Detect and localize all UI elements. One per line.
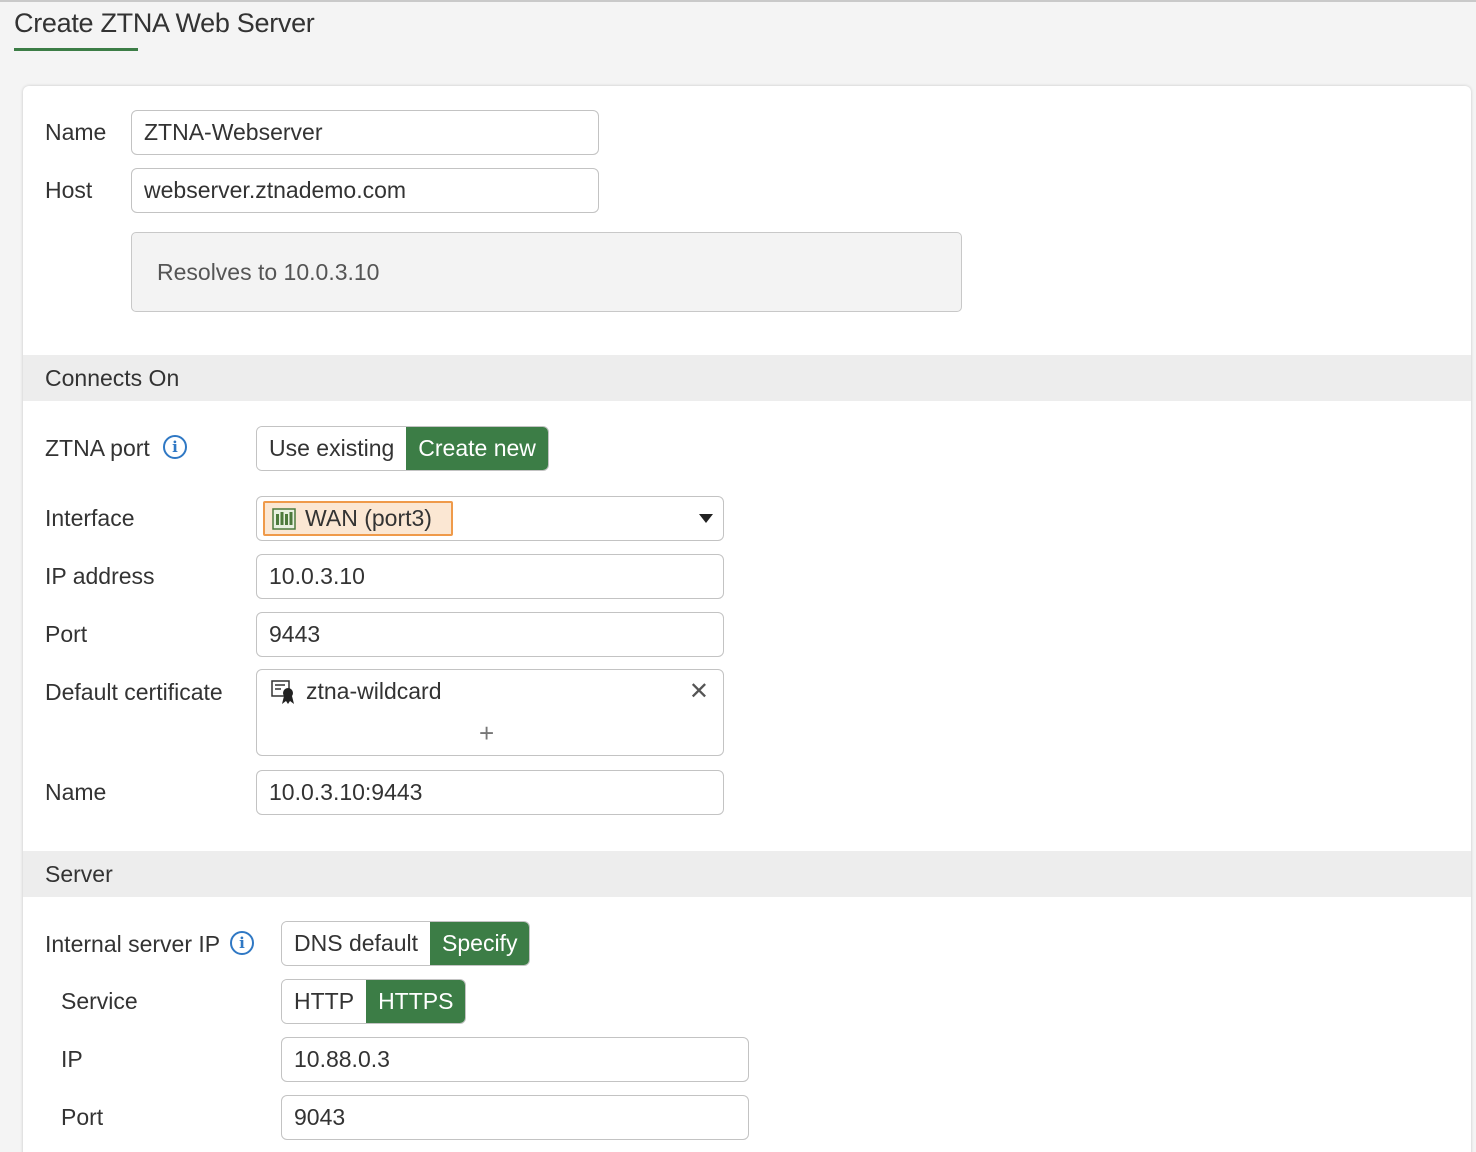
host-label: Host — [45, 177, 93, 203]
ztna-port-toggle: Use existing Create new — [256, 426, 549, 471]
name-field[interactable]: ZTNA-Webserver — [131, 110, 599, 155]
port-field[interactable]: 9443 — [256, 612, 724, 657]
internal-server-ip-toggle: DNS default Specify — [281, 921, 531, 966]
connection-name-field[interactable]: 10.0.3.10:9443 — [256, 770, 724, 815]
service-toggle: HTTP HTTPS — [281, 979, 467, 1024]
form-panel: Name ZTNA-Webserver Host webserver.ztnad… — [23, 86, 1471, 1152]
internal-ip-option-dns-default[interactable]: DNS default — [282, 922, 431, 965]
certificate-entry: ztna-wildcard — [271, 678, 442, 705]
service-option-https[interactable]: HTTPS — [366, 980, 466, 1023]
add-certificate-icon[interactable]: + — [479, 720, 494, 746]
default-certificate-label: Default certificate — [45, 679, 223, 705]
interface-select[interactable]: WAN (port3) — [256, 496, 724, 541]
service-option-http[interactable]: HTTP — [282, 980, 367, 1023]
host-field[interactable]: webserver.ztnademo.com — [131, 168, 599, 213]
section-connects-on: Connects On — [23, 355, 1471, 401]
server-ip-label: IP — [61, 1046, 83, 1072]
info-icon[interactable]: i — [230, 931, 254, 955]
interface-chip: WAN (port3) — [263, 501, 453, 536]
active-tab-indicator — [14, 48, 138, 51]
interface-label: Interface — [45, 505, 135, 531]
ztna-port-label: ZTNA port — [45, 435, 150, 461]
service-label: Service — [61, 988, 138, 1014]
server-port-field[interactable]: 9043 — [281, 1095, 749, 1140]
page-title: Create ZTNA Web Server — [14, 8, 315, 38]
server-ip-field[interactable]: 10.88.0.3 — [281, 1037, 749, 1082]
internal-server-ip-label: Internal server IP — [45, 931, 221, 957]
name-label: Name — [45, 119, 107, 145]
interface-value: WAN (port3) — [305, 505, 432, 531]
close-icon[interactable]: ✕ — [689, 680, 709, 704]
certificate-icon — [271, 679, 294, 704]
port-label: Port — [45, 621, 88, 647]
ztna-port-option-create-new[interactable]: Create new — [406, 427, 548, 470]
ip-address-label: IP address — [45, 563, 155, 589]
certificate-name: ztna-wildcard — [306, 678, 442, 704]
connection-name-label: Name — [45, 779, 107, 805]
network-port-icon — [272, 507, 296, 530]
section-server: Server — [23, 851, 1471, 897]
ip-address-field[interactable]: 10.0.3.10 — [256, 554, 724, 599]
info-icon[interactable]: i — [163, 435, 187, 459]
top-border — [0, 0, 1476, 2]
internal-ip-option-specify[interactable]: Specify — [430, 922, 530, 965]
server-port-label: Port — [61, 1104, 104, 1130]
default-certificate-field[interactable]: ztna-wildcard ✕ + — [256, 669, 724, 756]
ztna-port-option-use-existing[interactable]: Use existing — [257, 427, 407, 470]
resolve-note: Resolves to 10.0.3.10 — [131, 232, 962, 312]
chevron-down-icon — [699, 514, 713, 523]
